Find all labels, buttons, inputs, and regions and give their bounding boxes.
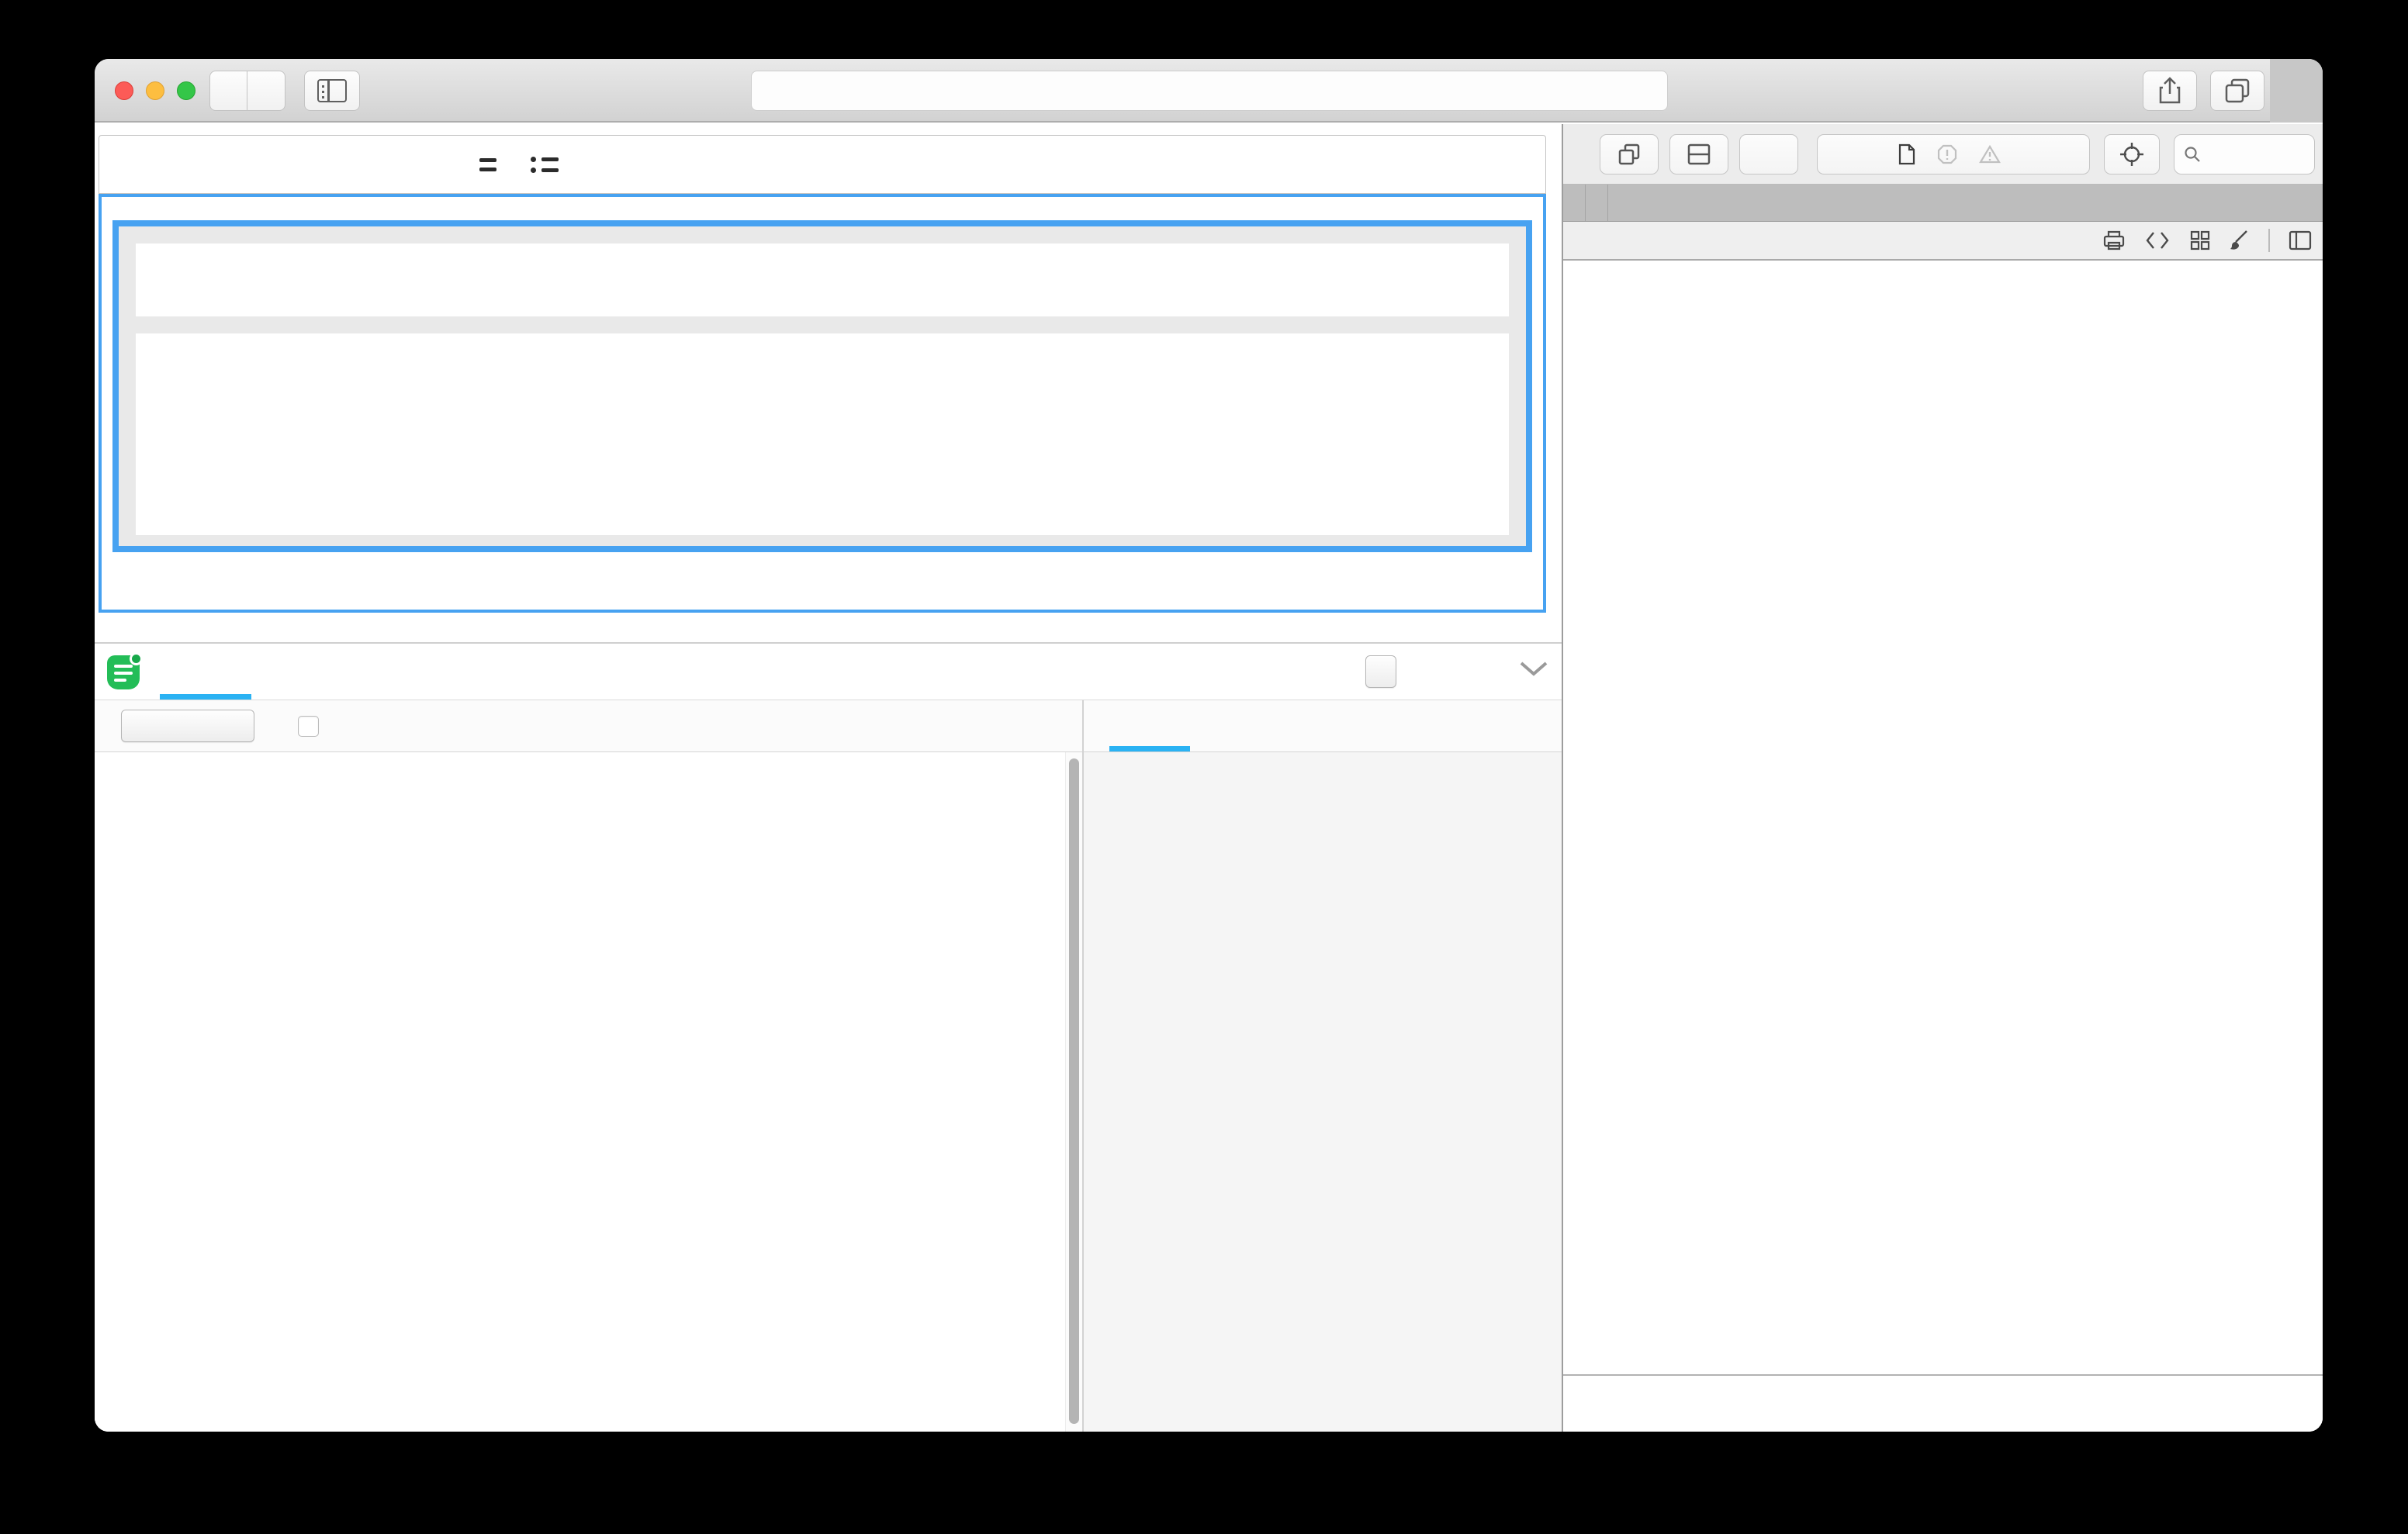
active-pane-tab-underline [1109, 746, 1190, 751]
dock-icon [1687, 143, 1711, 166]
error-icon [1937, 144, 1957, 164]
dock-side-button[interactable] [1669, 134, 1728, 174]
layout-grid-icon[interactable] [2189, 230, 2211, 251]
model-tree-scrollbar[interactable] [1065, 752, 1082, 1432]
document-icon [1898, 143, 1915, 165]
editor-editable-area[interactable] [99, 194, 1546, 613]
styles-brush-icon[interactable] [2230, 230, 2250, 251]
devtools-toolbar [1563, 124, 2323, 185]
safari-window [95, 59, 2323, 1432]
screenshot-root: { "icons": { "back": "‹", "forward": "›"… [0, 0, 2408, 1534]
devtools-settings-button[interactable] [1608, 185, 1630, 221]
numbered-list-button[interactable] [465, 158, 496, 171]
activity-summary[interactable] [1817, 134, 2090, 174]
chevron-down-icon [1518, 659, 1549, 678]
minimize-window-button[interactable] [146, 81, 164, 100]
zoom-window-button[interactable] [177, 81, 195, 100]
simple-box-title-field[interactable] [136, 244, 1509, 316]
reload-page-button[interactable] [1739, 134, 1798, 174]
crosshair-icon [2119, 141, 2145, 168]
share-button[interactable] [2143, 71, 2197, 111]
inspector-header [95, 644, 1562, 700]
forward-button[interactable] [247, 71, 285, 111]
window-controls [115, 81, 195, 100]
show-source-icon[interactable] [2144, 230, 2171, 250]
web-inspector [1562, 124, 2323, 1432]
model-tree [95, 752, 1065, 1432]
element-breadcrumbs [1563, 222, 2323, 261]
detach-devtools-button[interactable] [1600, 134, 1659, 174]
add-tab-button[interactable] [1586, 185, 1608, 221]
warning-count [1979, 144, 2008, 164]
search-icon [2184, 146, 2201, 163]
quick-console[interactable] [1563, 1374, 2323, 1432]
inspector-body [95, 752, 1562, 1432]
simple-box-description-field[interactable] [136, 333, 1509, 535]
share-icon [2158, 77, 2181, 105]
inspect-pane [1082, 752, 1562, 1432]
editor-toolbar [99, 135, 1546, 194]
collapse-inspector-button[interactable] [1518, 659, 1549, 678]
scrollbar-thumb[interactable] [1069, 758, 1079, 1424]
sidebar-toggle-button[interactable] [304, 71, 360, 111]
back-button[interactable] [209, 71, 247, 111]
editor-instance-control [1354, 644, 1396, 700]
bulleted-list-icon [531, 157, 559, 162]
resource-count [1898, 143, 1923, 165]
simple-box-widget[interactable] [112, 220, 1532, 552]
compact-text-checkbox[interactable] [298, 716, 319, 737]
details-sidebar-toggle-icon[interactable] [2289, 230, 2312, 250]
tabs-icon [2224, 78, 2251, 104]
devtools-search-field[interactable] [2174, 134, 2315, 174]
new-tab-button[interactable] [2270, 59, 2323, 123]
dom-tree [1563, 261, 2323, 1374]
inspect-pane-tab-bar [1082, 700, 1562, 751]
devtools-tab-row [1563, 185, 2323, 222]
bulleted-list-button[interactable] [531, 157, 559, 173]
tab-overview-button[interactable] [2210, 71, 2264, 111]
print-icon[interactable] [2102, 230, 2126, 251]
active-tab-underline [160, 694, 251, 700]
close-window-button[interactable] [115, 81, 133, 100]
element-picker-button[interactable] [2104, 134, 2160, 174]
editor-instance-select[interactable] [1365, 655, 1396, 688]
browser-titlebar [95, 59, 2323, 123]
inspector-controls-row [95, 700, 1562, 752]
detach-icon [1617, 142, 1642, 167]
ckeditor-logo-icon [107, 652, 143, 691]
error-count [1937, 144, 1965, 164]
address-bar[interactable] [751, 71, 1668, 111]
divider [2268, 229, 2270, 252]
page-content [95, 124, 1562, 1432]
ckeditor-inspector-panel [95, 642, 1562, 1432]
root-select[interactable] [121, 710, 254, 742]
warning-icon [1979, 144, 2001, 164]
sidebar-icon [317, 79, 347, 102]
more-tabs-button[interactable] [1563, 185, 1586, 221]
